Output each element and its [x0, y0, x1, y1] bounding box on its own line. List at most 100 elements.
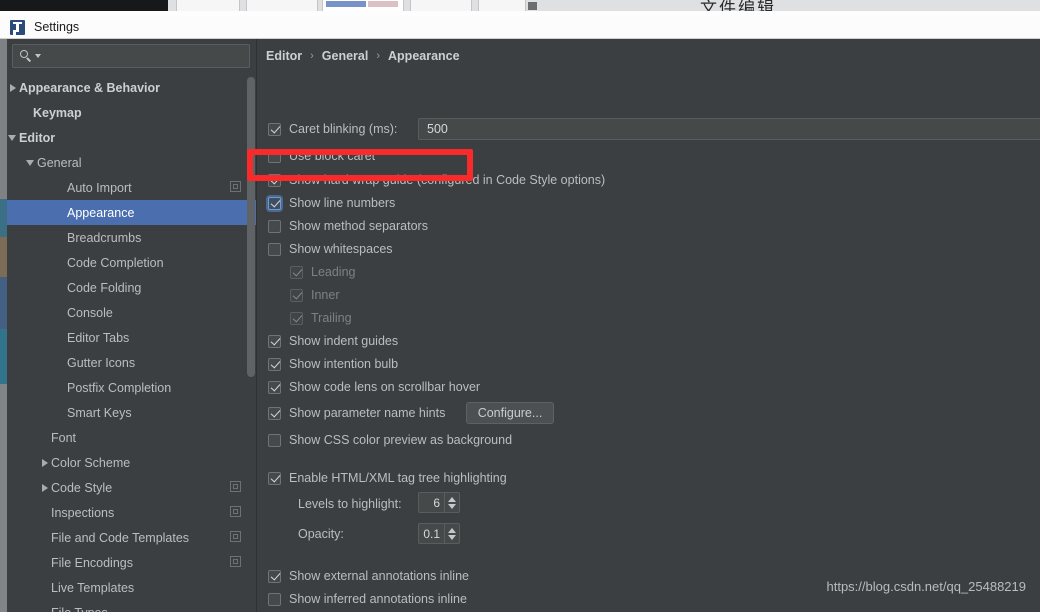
option-show-whitespaces[interactable]: Show whitespaces — [268, 242, 393, 256]
checkbox-show-line-numbers[interactable] — [268, 196, 281, 210]
checkbox-show-hard-wrap-guide[interactable] — [268, 173, 281, 187]
sidebar-item-code-style[interactable]: Code Style — [7, 475, 257, 500]
option-show-external-annotations-inline[interactable]: Show external annotations inline — [268, 569, 469, 583]
search-input[interactable] — [41, 49, 249, 63]
copy-settings-icon[interactable] — [230, 481, 241, 492]
checkbox-show-css-color-preview[interactable] — [268, 433, 281, 447]
background-tab-accent — [368, 1, 398, 7]
spinner-up-icon[interactable] — [448, 496, 456, 502]
chevron-right-icon[interactable] — [39, 457, 51, 469]
option-show-parameter-name-hints[interactable]: Show parameter name hints — [268, 406, 445, 420]
spinner-down-icon[interactable] — [448, 503, 456, 509]
option-show-css-color-preview[interactable]: Show CSS color preview as background — [268, 433, 512, 447]
sidebar-item-label: Editor — [19, 130, 56, 145]
sidebar-item-code-completion[interactable]: Code Completion — [7, 250, 257, 275]
caret-blinking-input[interactable]: 500 — [418, 118, 1040, 140]
option-label: Show external annotations inline — [289, 569, 469, 583]
sidebar-item-general[interactable]: General — [7, 150, 257, 175]
copy-settings-icon[interactable] — [230, 506, 241, 517]
screenshot-root: ◯ 文件编辑 Settings Appea — [0, 0, 1040, 612]
option-whitespace-leading[interactable]: Leading — [290, 265, 356, 279]
copy-settings-icon[interactable] — [230, 181, 241, 192]
breadcrumb-middle[interactable]: General — [322, 49, 369, 63]
option-show-code-lens[interactable]: Show code lens on scrollbar hover — [268, 380, 480, 394]
option-whitespace-trailing[interactable]: Trailing — [290, 311, 352, 325]
sidebar-item-file-encodings[interactable]: File Encodings — [7, 550, 257, 575]
option-show-method-separators[interactable]: Show method separators — [268, 219, 428, 233]
option-use-block-caret[interactable]: Use block caret — [268, 149, 375, 163]
background-tab — [176, 0, 240, 11]
breadcrumb-root[interactable]: Editor — [266, 49, 302, 63]
option-show-hard-wrap-guide[interactable]: Show hard wrap guide (configured in Code… — [268, 173, 605, 187]
levels-to-highlight-label: Levels to highlight: — [298, 497, 402, 511]
option-show-line-numbers[interactable]: Show line numbers — [268, 196, 395, 210]
settings-tree[interactable]: Appearance & Behavior Keymap Editor General… — [7, 75, 257, 612]
checkbox-enable-html-xml-tag-tree-highlighting[interactable] — [268, 471, 281, 485]
sidebar-item-font[interactable]: Font — [7, 425, 257, 450]
checkbox-show-external-annotations-inline[interactable] — [268, 569, 281, 583]
spinner-arrows[interactable] — [444, 524, 459, 543]
sidebar-item-color-scheme[interactable]: Color Scheme — [7, 450, 257, 475]
spinner-down-icon[interactable] — [448, 534, 456, 540]
checkbox-show-intention-bulb[interactable] — [268, 357, 281, 371]
levels-to-highlight-spinner[interactable]: 6 — [418, 492, 460, 513]
checkbox-show-whitespaces[interactable] — [268, 242, 281, 256]
sidebar-item-label: Appearance — [67, 205, 135, 220]
chevron-down-icon[interactable] — [25, 157, 37, 169]
sidebar-item-auto-import[interactable]: Auto Import — [7, 175, 257, 200]
sidebar-item-smart-keys[interactable]: Smart Keys — [7, 400, 257, 425]
chevron-right-icon[interactable] — [7, 82, 19, 94]
checkbox-use-block-caret[interactable] — [268, 149, 281, 163]
sidebar-item-breadcrumbs[interactable]: Breadcrumbs — [7, 225, 257, 250]
breadcrumb-separator-icon: › — [310, 50, 314, 62]
checkbox-whitespace-inner[interactable] — [290, 288, 303, 302]
sidebar-item-file-and-code-templates[interactable]: File and Code Templates — [7, 525, 257, 550]
opacity-spinner[interactable]: 0.1 — [418, 523, 460, 544]
sidebar-item-label: Inspections — [51, 505, 115, 520]
background-tab — [478, 0, 526, 11]
sidebar-item-editor[interactable]: Editor — [7, 125, 257, 150]
option-show-inferred-annotations-inline[interactable]: Show inferred annotations inline — [268, 592, 467, 606]
sidebar-item-console[interactable]: Console — [7, 300, 257, 325]
sidebar-item-file-types[interactable]: File Types — [7, 600, 257, 612]
checkbox-caret-blinking[interactable] — [268, 122, 281, 136]
sidebar-item-inspections[interactable]: Inspections — [7, 500, 257, 525]
option-caret-blinking[interactable]: Caret blinking (ms): — [268, 122, 397, 136]
option-label: Show inferred annotations inline — [289, 592, 467, 606]
checkbox-whitespace-trailing[interactable] — [290, 311, 303, 325]
checkbox-show-code-lens[interactable] — [268, 380, 281, 394]
sidebar-item-label: Code Style — [51, 480, 113, 495]
intellij-idea-icon — [10, 19, 25, 35]
sidebar-item-code-folding[interactable]: Code Folding — [7, 275, 257, 300]
sidebar-item-postfix-completion[interactable]: Postfix Completion — [7, 375, 257, 400]
levels-to-highlight-value: 6 — [433, 495, 440, 510]
sidebar-item-gutter-icons[interactable]: Gutter Icons — [7, 350, 257, 375]
sidebar-scrollbar[interactable] — [247, 77, 255, 377]
spinner-up-icon[interactable] — [448, 527, 456, 533]
sidebar-item-appearance-behavior[interactable]: Appearance & Behavior — [7, 75, 257, 100]
checkbox-show-inferred-annotations-inline[interactable] — [268, 592, 281, 606]
option-show-intention-bulb[interactable]: Show intention bulb — [268, 357, 398, 371]
sidebar-item-label: Code Completion — [67, 255, 164, 270]
checkbox-show-parameter-name-hints[interactable] — [268, 406, 281, 420]
chevron-down-icon[interactable] — [7, 132, 19, 144]
chevron-right-icon[interactable] — [39, 482, 51, 494]
copy-settings-icon[interactable] — [230, 531, 241, 542]
configure-button[interactable]: Configure... — [466, 402, 554, 424]
option-enable-html-xml-tag-tree-highlighting[interactable]: Enable HTML/XML tag tree highlighting — [268, 471, 507, 485]
search-box[interactable] — [12, 44, 250, 68]
sidebar-item-label: File Types — [51, 606, 108, 612]
copy-settings-icon[interactable] — [230, 556, 241, 567]
spinner-arrows[interactable] — [444, 493, 459, 512]
checkbox-show-method-separators[interactable] — [268, 219, 281, 233]
option-show-indent-guides[interactable]: Show indent guides — [268, 334, 398, 348]
sidebar-item-label: Postfix Completion — [67, 380, 172, 395]
background-dark-band — [0, 0, 168, 11]
sidebar-item-keymap[interactable]: Keymap — [7, 100, 257, 125]
option-whitespace-inner[interactable]: Inner — [290, 288, 340, 302]
sidebar-item-appearance[interactable]: Appearance — [7, 200, 257, 225]
sidebar-item-live-templates[interactable]: Live Templates — [7, 575, 257, 600]
sidebar-item-editor-tabs[interactable]: Editor Tabs — [7, 325, 257, 350]
checkbox-show-indent-guides[interactable] — [268, 334, 281, 348]
checkbox-whitespace-leading[interactable] — [290, 265, 303, 279]
